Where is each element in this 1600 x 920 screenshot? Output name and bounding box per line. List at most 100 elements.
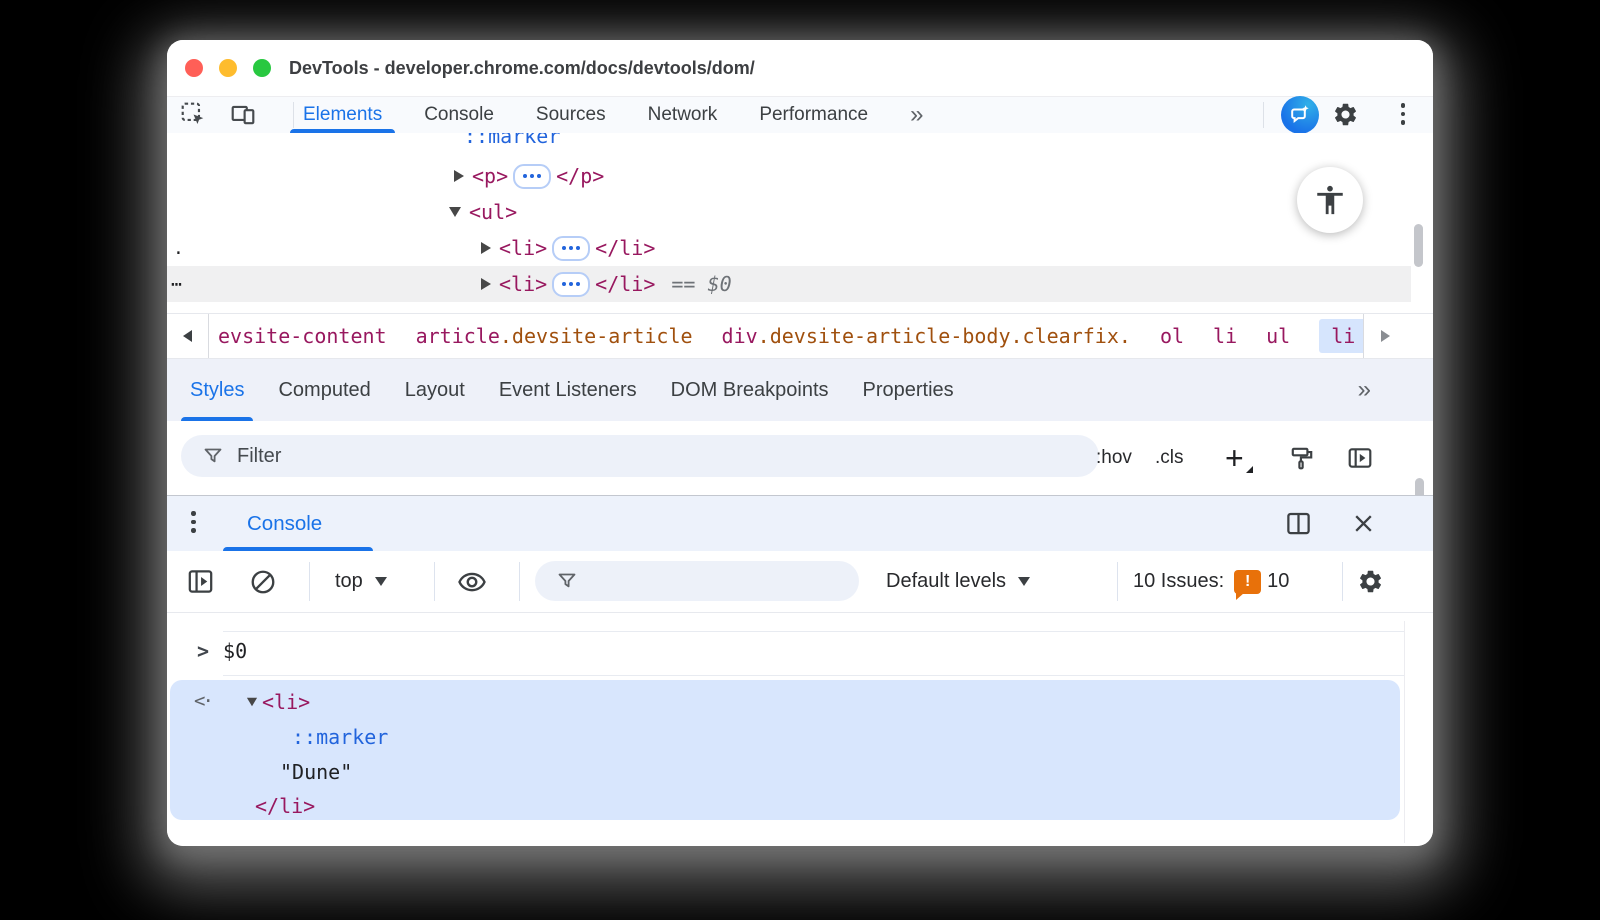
kebab-menu-icon[interactable] <box>1389 100 1417 128</box>
gutter-dots: ⋯ <box>171 274 182 295</box>
drawer-tab-console[interactable]: Console <box>247 496 322 551</box>
collapse-arrow-icon[interactable] <box>247 698 257 707</box>
new-style-rule-button[interactable]: + <box>1225 421 1253 495</box>
corner-triangle-icon <box>1246 466 1253 473</box>
tab-console[interactable]: Console <box>403 97 515 133</box>
tab-sources[interactable]: Sources <box>515 97 627 133</box>
accessibility-button[interactable] <box>1297 167 1363 233</box>
collapsed-content-icon[interactable] <box>552 272 590 297</box>
paint-roller-icon[interactable] <box>1289 445 1315 471</box>
issues-badge-icon: ! <box>1234 570 1261 594</box>
styles-filter-input[interactable]: Filter <box>181 435 1099 477</box>
toolbar-divider <box>1263 102 1264 128</box>
expand-arrow-icon[interactable] <box>454 170 464 182</box>
tab-elements[interactable]: Elements <box>282 97 403 133</box>
more-sidebar-tabs-button[interactable]: » <box>1358 376 1369 404</box>
console-settings-gear-icon[interactable] <box>1357 551 1384 612</box>
window-title: DevTools - developer.chrome.com/docs/dev… <box>289 40 755 96</box>
devtools-window: DevTools - developer.chrome.com/docs/dev… <box>167 40 1433 846</box>
chat-sparkle-icon <box>1289 104 1311 126</box>
console-messages: > $0 <· <li> ::marker "Dune" </li> <box>167 613 1433 846</box>
crumb-article[interactable]: article.devsite-article <box>416 324 693 348</box>
marker-pseudo-node[interactable]: ::marker <box>464 133 560 148</box>
breadcrumb: evsite-content article.devsite-article d… <box>167 313 1433 359</box>
tab-dom-breakpoints[interactable]: DOM Breakpoints <box>654 359 846 421</box>
titlebar: DevTools - developer.chrome.com/docs/dev… <box>167 40 1433 97</box>
split-panel-icon[interactable] <box>1285 510 1312 537</box>
crumb-ol[interactable]: ol <box>1160 324 1184 348</box>
elements-sidebar-tabs: Styles Computed Layout Event Listeners D… <box>167 359 1433 421</box>
dom-row-li-2-selected[interactable]: ⋯ <li> </li> == $0 <box>167 266 1411 302</box>
filter-funnel-icon <box>557 571 577 591</box>
expand-arrow-icon[interactable] <box>481 242 491 254</box>
toggle-device-toolbar-icon[interactable] <box>229 100 257 128</box>
execution-context-selector[interactable]: top <box>335 551 387 612</box>
console-command[interactable]: > $0 <box>197 639 247 663</box>
console-filter-input[interactable] <box>535 561 859 601</box>
breadcrumb-scroll-left-button[interactable] <box>167 314 209 358</box>
inspect-element-icon[interactable] <box>179 100 207 128</box>
tab-computed[interactable]: Computed <box>261 359 387 421</box>
elements-scrollbar-thumb[interactable] <box>1414 224 1423 267</box>
close-window-button[interactable] <box>185 59 203 77</box>
tab-network[interactable]: Network <box>627 97 739 133</box>
console-scrollbar-track[interactable] <box>1404 621 1405 843</box>
panel-tabs: Elements Console Sources Network Perform… <box>282 97 942 133</box>
dollar-zero-hint: $0 <box>708 272 732 296</box>
clear-console-icon[interactable] <box>249 551 277 612</box>
collapsed-content-icon[interactable] <box>513 164 551 189</box>
chevron-right-icon <box>1381 330 1390 342</box>
expand-arrow-icon[interactable] <box>481 278 491 290</box>
result-marker-pseudo[interactable]: ::marker <box>292 725 388 749</box>
tab-properties[interactable]: Properties <box>846 359 971 421</box>
toggle-element-classes-button[interactable]: .cls <box>1155 421 1184 495</box>
console-toolbar: top Default levels 10 Issues: ! 10 <box>167 551 1433 613</box>
main-toolbar: Elements Console Sources Network Perform… <box>167 97 1433 133</box>
more-tabs-button[interactable]: » <box>889 97 942 133</box>
zoom-window-button[interactable] <box>253 59 271 77</box>
clipped-dom-row: ::marker <box>167 133 1433 153</box>
live-expression-eye-icon[interactable] <box>457 551 487 612</box>
result-text-node[interactable]: "Dune" <box>280 760 352 784</box>
log-levels-selector[interactable]: Default levels <box>886 551 1030 612</box>
message-divider <box>223 631 1405 632</box>
collapsed-content-icon[interactable] <box>552 236 590 261</box>
result-li-close[interactable]: </li> <box>255 794 315 818</box>
double-chevron-icon: » <box>910 101 921 129</box>
settings-gear-icon[interactable] <box>1331 100 1359 128</box>
dom-row-ul[interactable]: <ul> <box>167 194 1411 230</box>
tab-event-listeners[interactable]: Event Listeners <box>482 359 654 421</box>
filter-funnel-icon <box>203 446 223 466</box>
drawer-kebab-menu-icon[interactable] <box>191 511 196 533</box>
tab-performance[interactable]: Performance <box>738 97 889 133</box>
prompt-chevron: > <box>197 639 209 663</box>
crumb-devsite-content[interactable]: evsite-content <box>218 324 387 348</box>
gutter-dot: . <box>173 238 184 259</box>
caret-down-icon <box>1018 577 1030 586</box>
elements-dom-tree: ::marker <p> </p> <ul> . <li> </li> ⋯ <l… <box>167 133 1433 313</box>
console-drawer-header: Console <box>167 495 1433 551</box>
result-return-arrow-icon: <· <box>194 690 211 712</box>
console-sidebar-toggle-icon[interactable] <box>187 551 214 612</box>
issues-counter[interactable]: 10 Issues: ! 10 <box>1133 551 1289 612</box>
accessibility-person-icon <box>1313 183 1347 217</box>
result-li-open[interactable]: <li> <box>246 690 310 714</box>
crumb-div[interactable]: div.devsite-article-body.clearfix. <box>722 324 1131 348</box>
crumb-li[interactable]: li <box>1213 324 1237 348</box>
console-result-selected[interactable]: <· <li> ::marker "Dune" </li> <box>170 680 1400 820</box>
tab-styles[interactable]: Styles <box>173 359 261 421</box>
minimize-window-button[interactable] <box>219 59 237 77</box>
toggle-hover-state-button[interactable]: :hov <box>1096 421 1132 495</box>
breadcrumb-scroll-right-button[interactable] <box>1363 314 1433 358</box>
tab-layout[interactable]: Layout <box>388 359 482 421</box>
crumb-li-selected[interactable]: li <box>1319 319 1367 353</box>
collapse-arrow-icon[interactable] <box>449 207 461 217</box>
close-drawer-icon[interactable] <box>1351 511 1376 536</box>
styles-toolbar: Filter :hov .cls + <box>167 421 1433 495</box>
chevron-left-icon <box>183 330 192 342</box>
dom-row-li-1[interactable]: . <li> </li> <box>167 230 1411 266</box>
toggle-sidebar-icon[interactable] <box>1347 445 1373 471</box>
ai-assistance-button[interactable] <box>1281 96 1319 134</box>
crumb-ul[interactable]: ul <box>1266 324 1290 348</box>
dom-row-p[interactable]: <p> </p> <box>167 158 1411 194</box>
